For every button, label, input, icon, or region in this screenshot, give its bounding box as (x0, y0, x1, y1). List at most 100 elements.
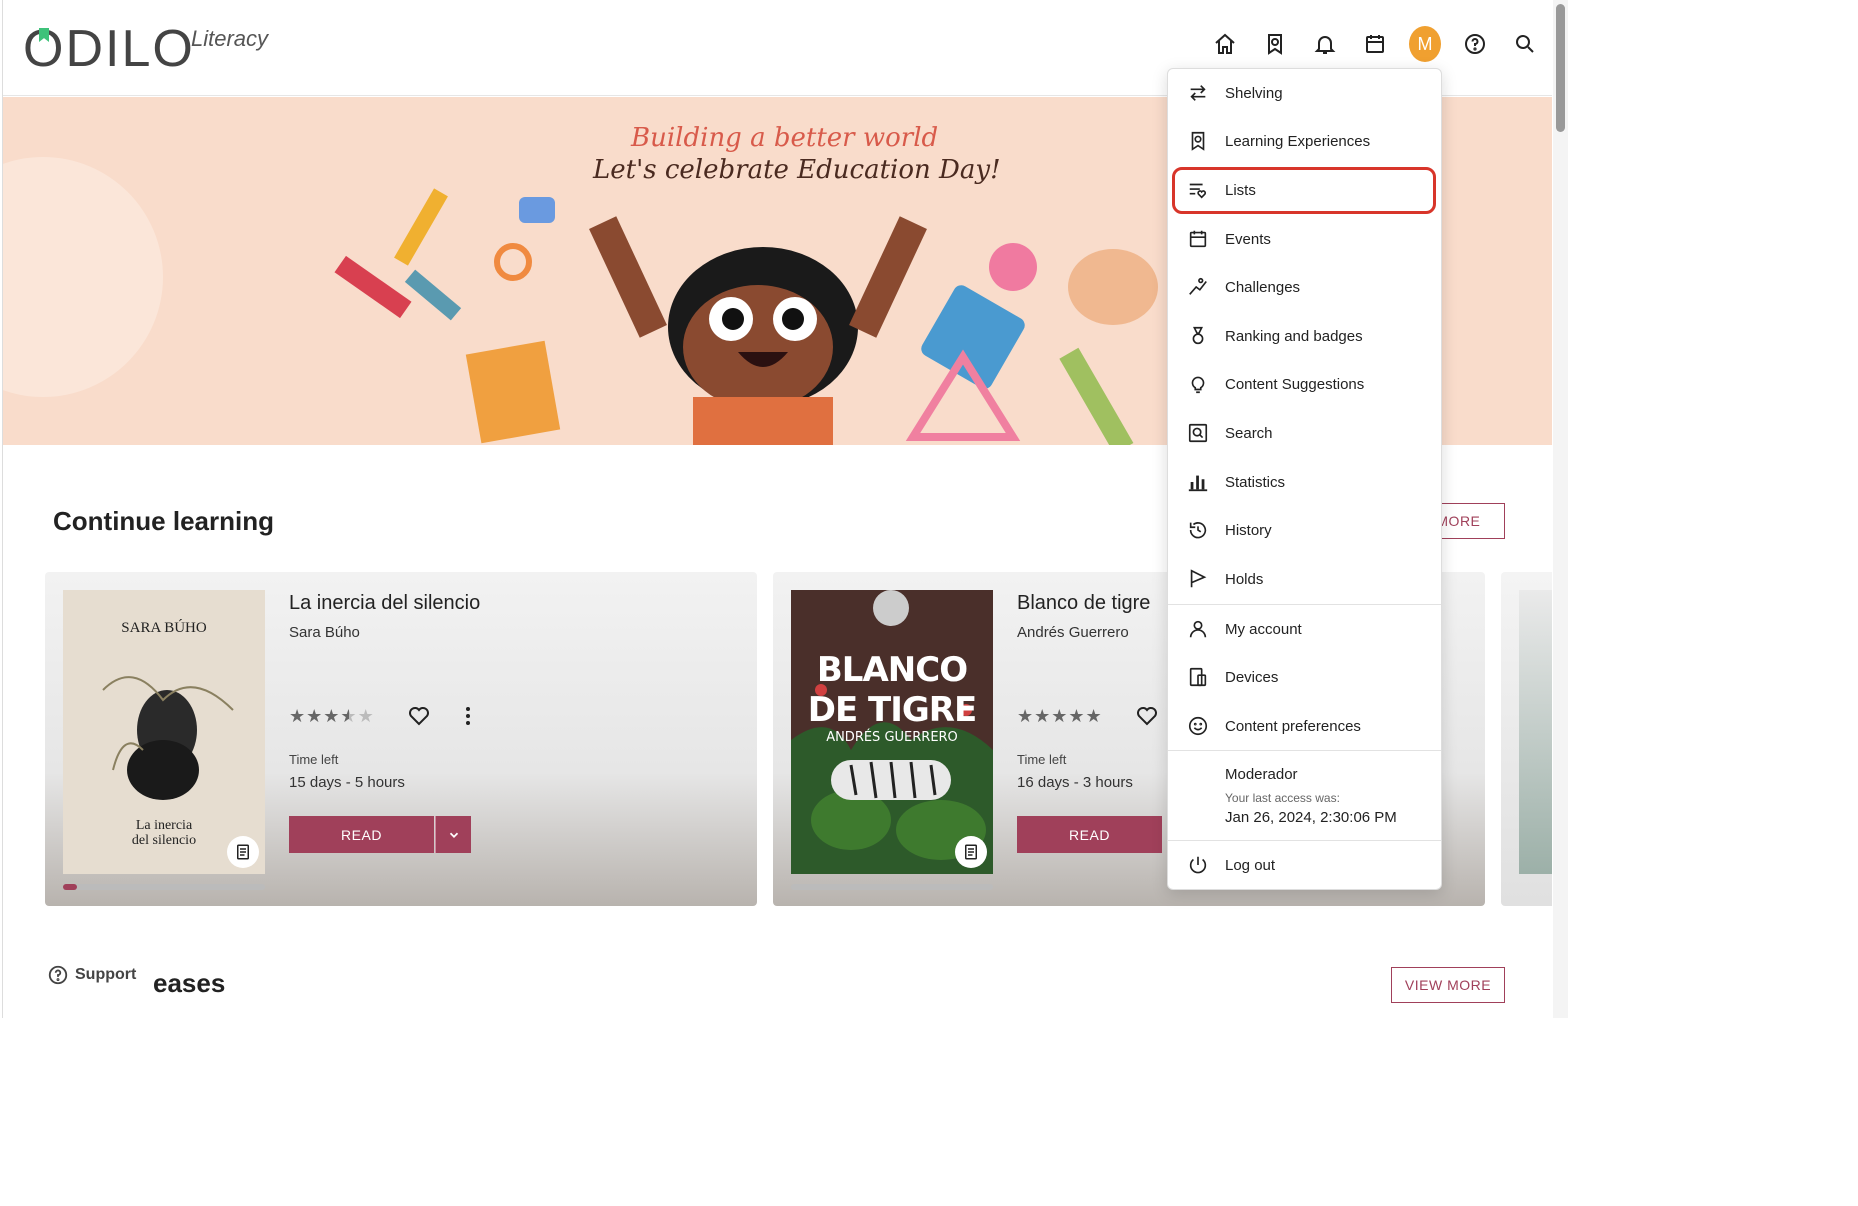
support-button[interactable]: Support (47, 964, 143, 986)
read-button[interactable]: READ (289, 816, 434, 853)
menu-divider (1168, 840, 1441, 841)
reading-progress-fill (63, 884, 78, 890)
bar-chart-icon (1186, 470, 1210, 494)
menu-item-shelving[interactable]: Shelving (1168, 71, 1441, 115)
user-avatar[interactable]: M (1409, 26, 1441, 62)
last-access-label: Your last access was: (1225, 791, 1340, 805)
menu-item-label: My account (1225, 620, 1302, 638)
document-icon (955, 836, 987, 868)
chevron-down-icon (449, 832, 458, 838)
star-rating: ★★★★★ (289, 706, 375, 727)
menu-item-label: Content preferences (1225, 717, 1361, 735)
menu-item-label: Learning Experiences (1225, 132, 1371, 150)
bell-icon[interactable] (1309, 28, 1341, 60)
time-left-value: 16 days - 3 hours (1017, 774, 1133, 791)
menu-item-content-preferences[interactable]: Content preferences (1168, 704, 1441, 748)
book-cover[interactable]: SARA BÚHO La inercia del silencio (63, 590, 265, 874)
menu-item-label: Log out (1225, 856, 1276, 874)
user-icon (1186, 617, 1210, 641)
cover-title-line1: BLANCO (816, 650, 968, 690)
menu-item-logout[interactable]: Log out (1168, 843, 1441, 887)
avatar: M (1409, 26, 1441, 62)
logo-subtitle: Literacy (191, 26, 269, 51)
banner-subheadline: Let's celebrate Education Day! (593, 155, 1001, 185)
book-card-la-inercia[interactable]: SARA BÚHO La inercia del silencio La ine… (45, 572, 757, 906)
lightbulb-icon (1186, 372, 1210, 396)
new-releases-view-more-button[interactable]: VIEW MORE (1391, 967, 1505, 1003)
home-icon[interactable] (1209, 28, 1241, 60)
lists-highlight-annotation (1172, 167, 1436, 214)
more-options-icon[interactable] (463, 704, 473, 728)
reading-progress-bar (791, 884, 993, 890)
page-scrollbar[interactable] (1553, 0, 1568, 1018)
menu-item-label: Statistics (1225, 473, 1286, 491)
odilo-logo[interactable]: ODILO Literacy (23, 23, 283, 75)
menu-divider (1168, 750, 1441, 751)
cover-title-line2: DE TIGRE (807, 690, 977, 730)
menu-item-history[interactable]: History (1168, 508, 1441, 552)
continue-learning-title: Continue learning (53, 506, 274, 536)
menu-item-events[interactable]: Events (1168, 217, 1441, 261)
menu-item-search[interactable]: Search (1168, 411, 1441, 455)
top-nav: M (1209, 26, 1541, 62)
menu-item-learning-experiences[interactable]: Learning Experiences (1168, 119, 1441, 163)
cover-title-line1: La inercia (135, 818, 193, 833)
book-title[interactable]: Blanco de tigre (1017, 592, 1150, 615)
smile-icon (1186, 714, 1210, 738)
star-empty: ★ (357, 706, 375, 726)
reading-progress-bar (63, 884, 265, 890)
app-frame: ODILO Literacy M Building a better world… (2, 0, 1552, 1018)
medal-icon (1186, 324, 1210, 348)
help-icon[interactable] (1459, 28, 1491, 60)
menu-divider (1168, 604, 1441, 605)
user-name: Moderador (1225, 766, 1298, 783)
menu-item-label: Devices (1225, 668, 1279, 686)
star-rating: ★★★★★ (1017, 706, 1103, 726)
menu-item-label: History (1225, 521, 1272, 539)
support-label: Support (75, 966, 137, 983)
banner-headline: Building a better world (631, 123, 939, 153)
calendar-icon (1186, 227, 1210, 251)
favorite-heart-icon[interactable] (407, 704, 431, 728)
time-left-label: Time left (1017, 752, 1067, 767)
bookmark-icon (1186, 129, 1210, 153)
scrollbar-thumb[interactable] (1556, 4, 1565, 132)
menu-item-my-account[interactable]: My account (1168, 607, 1441, 651)
search-icon[interactable] (1509, 28, 1541, 60)
book-card-partial[interactable] (1501, 572, 1552, 906)
document-icon (227, 836, 259, 868)
cover-author: ANDRÉS GUERRERO (826, 730, 958, 745)
book-author[interactable]: Sara Búho (289, 624, 360, 641)
menu-item-label: Challenges (1225, 278, 1301, 296)
menu-item-content-suggestions[interactable]: Content Suggestions (1168, 362, 1441, 406)
user-dropdown-menu: Shelving Learning Experiences Lists Even… (1167, 68, 1442, 890)
menu-item-ranking-badges[interactable]: Ranking and badges (1168, 314, 1441, 358)
book-cover[interactable]: BLANCO DE TIGRE ANDRÉS GUERRERO (791, 590, 993, 874)
menu-item-devices[interactable]: Devices (1168, 655, 1441, 699)
new-releases-title: eases (153, 968, 226, 998)
menu-item-label: Content Suggestions (1225, 375, 1365, 393)
challenge-icon (1186, 275, 1210, 299)
menu-item-label: Shelving (1225, 84, 1283, 102)
bookmark-icon[interactable] (1259, 28, 1291, 60)
menu-item-holds[interactable]: Holds (1168, 557, 1441, 601)
menu-item-label: Holds (1225, 570, 1264, 588)
menu-item-label: Events (1225, 230, 1271, 248)
calendar-icon[interactable] (1359, 28, 1391, 60)
flag-icon (1186, 567, 1210, 591)
favorite-heart-icon[interactable] (1135, 704, 1159, 728)
read-button[interactable]: READ (1017, 816, 1162, 853)
menu-item-label: Ranking and badges (1225, 327, 1363, 345)
last-access-date: Jan 26, 2024, 2:30:06 PM (1225, 809, 1397, 826)
book-title[interactable]: La inercia del silencio (289, 592, 480, 615)
time-left-label: Time left (289, 752, 339, 767)
menu-item-statistics[interactable]: Statistics (1168, 460, 1441, 504)
book-author[interactable]: Andrés Guerrero (1017, 624, 1129, 641)
read-options-dropdown-button[interactable] (435, 816, 471, 853)
book-cover[interactable] (1519, 590, 1552, 874)
menu-item-challenges[interactable]: Challenges (1168, 265, 1441, 309)
devices-icon (1186, 665, 1210, 689)
swap-icon (1186, 81, 1210, 105)
help-circle-icon (48, 965, 68, 985)
power-icon (1186, 853, 1210, 877)
